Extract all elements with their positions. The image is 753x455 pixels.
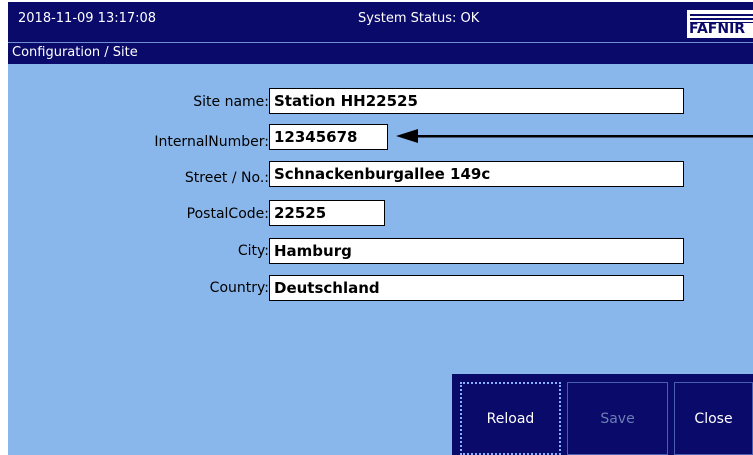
site-name-label: Site name:: [193, 94, 269, 110]
postal-code-field[interactable]: 22525: [269, 200, 385, 226]
country-field[interactable]: Deutschland: [269, 275, 684, 301]
internal-number-label: InternalNumber:: [154, 134, 269, 150]
street-label: Street / No.:: [184, 170, 269, 186]
reload-button[interactable]: Reload: [460, 382, 561, 455]
site-name-field[interactable]: Station HH22525: [269, 88, 684, 114]
system-status: System Status: OK: [358, 11, 480, 26]
breadcrumb-text: Configuration / Site: [12, 45, 138, 60]
city-field[interactable]: Hamburg: [269, 238, 684, 264]
internal-number-field[interactable]: 12345678: [269, 124, 388, 150]
datetime: 2018-11-09 13:17:08: [18, 11, 157, 26]
logo-text: FAFNIR: [689, 21, 746, 37]
save-button[interactable]: Save: [567, 382, 668, 455]
country-label: Country:: [209, 280, 269, 296]
breadcrumb: Configuration / Site: [8, 42, 753, 64]
fafnir-logo: FAFNIR: [687, 10, 753, 38]
postal-code-label: PostalCode:: [186, 206, 269, 222]
arrow-left-icon: [396, 129, 753, 143]
city-label: City:: [237, 243, 269, 259]
street-field[interactable]: Schnackenburgallee 149c: [269, 161, 684, 187]
screen: 2018-11-09 13:17:08 System Status: OK FA…: [8, 2, 753, 455]
close-button[interactable]: Close: [674, 382, 753, 455]
top-bar: 2018-11-09 13:17:08 System Status: OK FA…: [8, 2, 753, 42]
button-panel: Reload Save Close: [452, 374, 753, 455]
